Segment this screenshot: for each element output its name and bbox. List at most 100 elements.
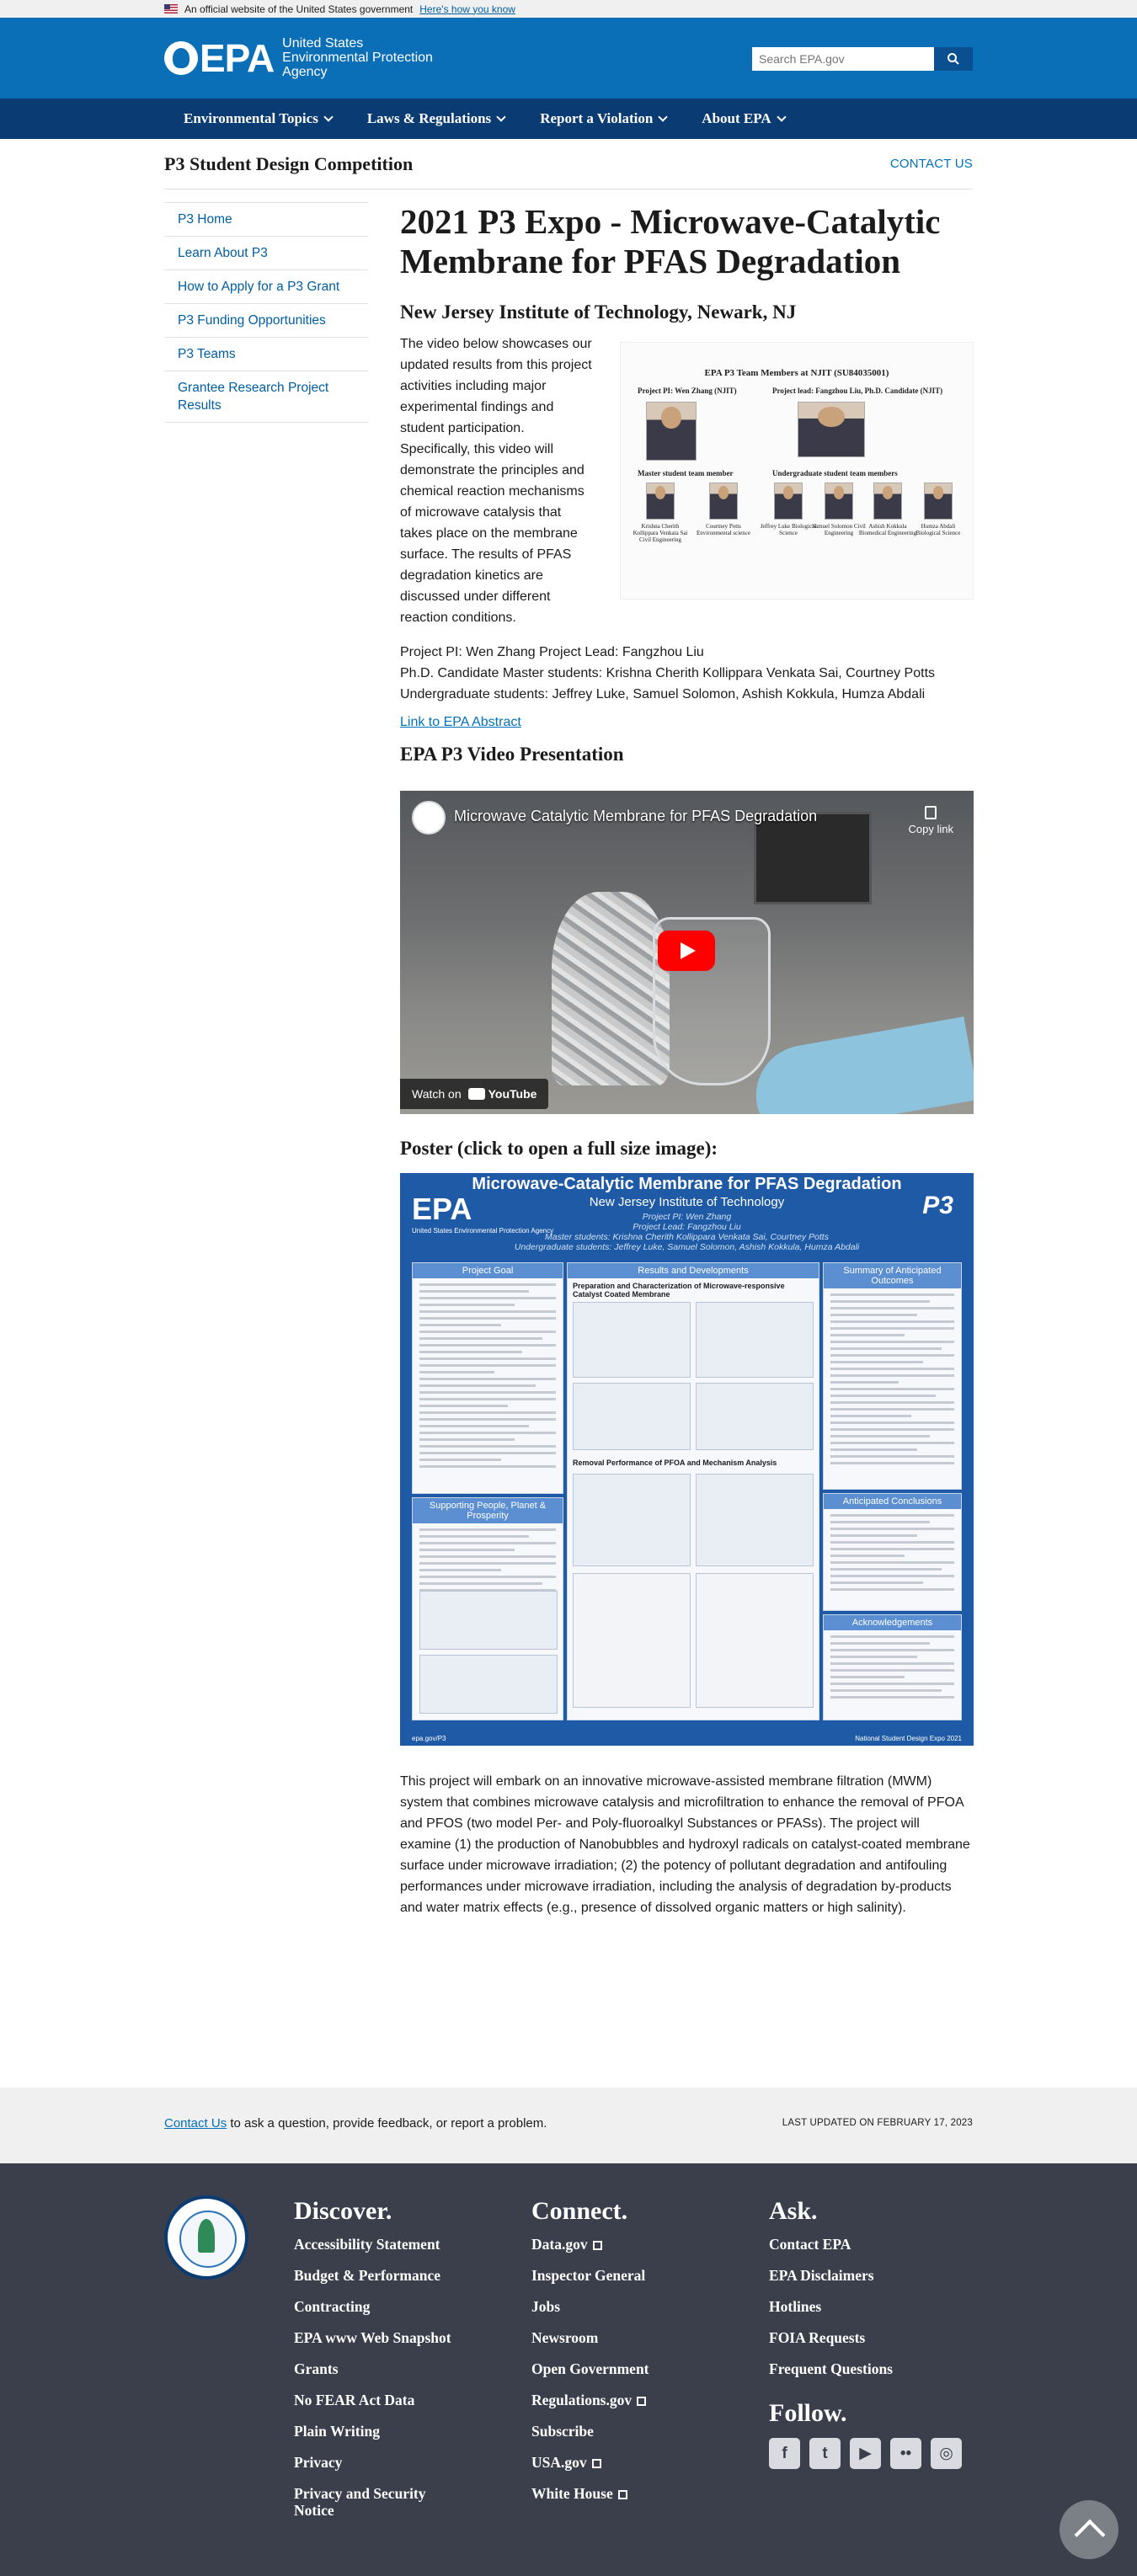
- agency-name-line-2: Environmental Protection: [282, 51, 433, 65]
- social-links: f t ▶ •• ◎: [769, 2438, 962, 2469]
- team-caption: Courtney Potts Environmental science: [697, 523, 750, 536]
- search-button[interactable]: [934, 47, 973, 71]
- poster-figure: [573, 1573, 691, 1708]
- main-content: 2021 P3 Expo - Microwave-Catalytic Membr…: [400, 202, 974, 1918]
- nav-label: Laws & Regulations: [366, 110, 492, 126]
- search-form: [752, 47, 973, 71]
- sidebar-item-how-to-apply[interactable]: How to Apply for a P3 Grant: [164, 270, 368, 304]
- poster-lead: Project Lead: Fangzhou Liu: [633, 1222, 741, 1232]
- credits-line: Ph.D. Candidate Master students: Krishna…: [400, 666, 936, 680]
- poster-image[interactable]: EPA United States Environmental Protectio…: [400, 1173, 974, 1746]
- footer-link[interactable]: Frequent Questions: [769, 2360, 962, 2377]
- main-navigation: Environmental Topics Laws & Regulations …: [0, 99, 1137, 139]
- facebook-icon[interactable]: f: [769, 2438, 800, 2469]
- poster-footer-right: National Student Design Expo 2021: [855, 1735, 962, 1742]
- agency-name-line-1: United States: [282, 36, 364, 51]
- microsite-title[interactable]: P3 Student Design Competition: [164, 153, 413, 175]
- sidebar-item-p3-home[interactable]: P3 Home: [164, 203, 368, 237]
- site-header: EPA United States Environmental Protecti…: [0, 18, 1137, 99]
- sidebar-item-learn-about-p3[interactable]: Learn About P3: [164, 237, 368, 270]
- footer-link-usa-gov[interactable]: USA.gov: [531, 2454, 649, 2471]
- sidebar-nav: P3 Home Learn About P3 How to Apply for …: [164, 202, 368, 423]
- poster-team-info: Project PI: Wen Zhang Project Lead: Fang…: [400, 1212, 974, 1252]
- youtube-video-embed[interactable]: Microwave Catalytic Membrane for PFAS De…: [400, 791, 974, 1114]
- footer-link[interactable]: FOIA Requests: [769, 2329, 962, 2346]
- nav-environmental-topics[interactable]: Environmental Topics: [184, 110, 334, 127]
- poster-masters: Master students: Krishna Cherith Kollipp…: [545, 1232, 829, 1242]
- footer-discover: Discover. Accessibility Statement Budget…: [294, 2197, 462, 2533]
- footer-ask: Ask. Contact EPA EPA Disclaimers Hotline…: [769, 2197, 962, 2469]
- external-link-icon: [617, 2490, 627, 2499]
- footer-link-label: Regulations.gov: [531, 2392, 633, 2408]
- video-scene-foil: [552, 892, 670, 1085]
- copy-link-button[interactable]: Copy link: [909, 806, 953, 835]
- nav-label: About EPA: [702, 110, 771, 126]
- footer-link[interactable]: Privacy and Security Notice: [294, 2485, 462, 2519]
- back-to-top-button[interactable]: [1060, 2500, 1118, 2559]
- footer-link[interactable]: Open Government: [531, 2360, 649, 2377]
- footer-link[interactable]: No FEAR Act Data: [294, 2392, 462, 2408]
- play-button[interactable]: [658, 931, 715, 971]
- footer-heading: Follow.: [769, 2399, 847, 2427]
- sidebar-item-p3-teams[interactable]: P3 Teams: [164, 338, 368, 371]
- footer-link[interactable]: Budget & Performance: [294, 2267, 462, 2284]
- nav-laws-regulations[interactable]: Laws & Regulations: [366, 110, 506, 127]
- poster-figure: [696, 1383, 814, 1450]
- search-input[interactable]: [752, 47, 934, 71]
- footer-link[interactable]: Hotlines: [769, 2298, 962, 2315]
- team-undergrad-label: Undergraduate student team members: [772, 469, 898, 477]
- poster-figure: [696, 1474, 814, 1566]
- sidebar-item-grantee-results[interactable]: Grantee Research Project Results: [164, 371, 368, 423]
- nav-about-epa[interactable]: About EPA: [702, 110, 787, 127]
- team-photo-humza: [924, 483, 953, 520]
- external-link-icon: [591, 2459, 601, 2468]
- epa-logo[interactable]: EPA United States Environmental Protecti…: [164, 36, 433, 79]
- poster-panel-heading: Acknowledgements: [824, 1615, 961, 1630]
- footer-link[interactable]: Contracting: [294, 2298, 462, 2315]
- last-updated: LAST UPDATED ON FEBRUARY 17, 2023: [782, 2118, 973, 2128]
- poster-heading: Poster (click to open a full size image)…: [400, 1138, 718, 1159]
- epa-abstract-link[interactable]: Link to EPA Abstract: [400, 715, 974, 730]
- footer-link-white-house[interactable]: White House: [531, 2485, 649, 2502]
- team-caption: Humza Abdali Biological Science: [915, 523, 961, 536]
- video-heading: EPA P3 Video Presentation: [400, 744, 624, 765]
- poster-figure: [696, 1573, 814, 1708]
- instagram-icon[interactable]: ◎: [931, 2438, 962, 2469]
- us-flag-icon: [164, 4, 178, 13]
- footer-link[interactable]: EPA Disclaimers: [769, 2267, 962, 2284]
- external-link-icon: [592, 2241, 602, 2250]
- channel-avatar[interactable]: [412, 801, 446, 835]
- poster-panel-outcomes: Summary of Anticipated Outcomes: [823, 1262, 962, 1490]
- project-credits: Project PI: Wen Zhang Project Lead: Fang…: [400, 642, 974, 705]
- footer-heading: Ask.: [769, 2197, 818, 2225]
- footer-link-data-gov[interactable]: Data.gov: [531, 2236, 649, 2253]
- footer-link[interactable]: Jobs: [531, 2298, 649, 2315]
- footer-link[interactable]: Privacy: [294, 2454, 462, 2471]
- footer-link[interactable]: Plain Writing: [294, 2423, 462, 2440]
- poster-footer-left: epa.gov/P3: [412, 1735, 446, 1742]
- poster-panel-heading: Summary of Anticipated Outcomes: [824, 1263, 961, 1288]
- chevron-down-icon: [658, 111, 668, 122]
- footer-link[interactable]: Subscribe: [531, 2423, 649, 2440]
- poster-panel-people-planet: Supporting People, Planet & Prosperity: [412, 1497, 563, 1720]
- footer-link[interactable]: Contact EPA: [769, 2236, 962, 2253]
- footer-link[interactable]: Newsroom: [531, 2329, 649, 2346]
- footer-link[interactable]: Accessibility Statement: [294, 2236, 462, 2253]
- nav-report-violation[interactable]: Report a Violation: [540, 110, 668, 127]
- footer-link-label: White House: [531, 2485, 613, 2502]
- footer-link[interactable]: Grants: [294, 2360, 462, 2377]
- footer-link-regulations[interactable]: Regulations.gov: [531, 2392, 649, 2408]
- footer-contact-us-link[interactable]: Contact Us: [164, 2116, 227, 2131]
- project-description: This project will embark on an innovativ…: [400, 1774, 970, 1915]
- footer-link[interactable]: Inspector General: [531, 2267, 649, 2284]
- twitter-icon[interactable]: t: [809, 2438, 841, 2469]
- site-footer: Discover. Accessibility Statement Budget…: [0, 2163, 1137, 2576]
- contact-us-link[interactable]: CONTACT US: [890, 157, 973, 171]
- watch-on-youtube-button[interactable]: Watch on YouTube: [400, 1079, 549, 1109]
- youtube-icon[interactable]: ▶: [850, 2438, 881, 2469]
- video-title[interactable]: Microwave Catalytic Membrane for PFAS De…: [454, 808, 817, 825]
- footer-link[interactable]: EPA www Web Snapshot: [294, 2329, 462, 2346]
- flickr-icon[interactable]: ••: [890, 2438, 921, 2469]
- sidebar-item-funding-opportunities[interactable]: P3 Funding Opportunities: [164, 304, 368, 338]
- heres-how-you-know-link[interactable]: Here's how you know: [419, 3, 515, 15]
